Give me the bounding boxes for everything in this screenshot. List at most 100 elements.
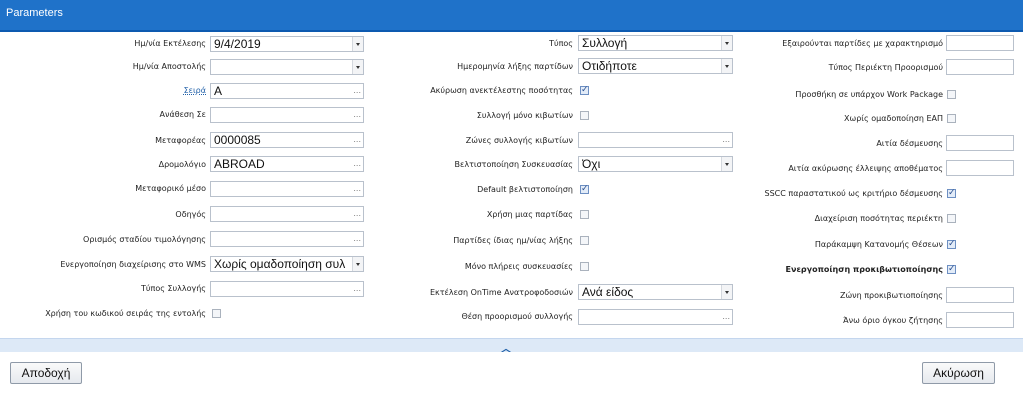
cancel-unexec-label: Ακύρωση ανεκτέλεστης ποσότητας bbox=[430, 86, 573, 95]
vehicle-field[interactable]: ... bbox=[210, 181, 364, 197]
dialog-footer: Αποδοχή Ακύρωση bbox=[0, 352, 1023, 402]
bind-reason-label: Αιτία δέσμευσης bbox=[876, 139, 943, 148]
wms-value: Χωρίς ομαδοποίηση συλ bbox=[214, 257, 346, 271]
chevron-down-icon[interactable] bbox=[721, 59, 732, 73]
pack-opt-value: Όχι bbox=[582, 157, 601, 171]
batch-expiry-select[interactable]: Οτιδήποτε bbox=[578, 58, 733, 74]
dest-pos-field[interactable]: ... bbox=[578, 309, 733, 325]
upper-volume-field[interactable] bbox=[946, 312, 1014, 328]
cancel-button[interactable]: Ακύρωση bbox=[922, 362, 995, 384]
wms-select[interactable]: Χωρίς ομαδοποίηση συλ bbox=[210, 256, 364, 272]
use-series-code-label: Χρήση του κωδικού σειράς της εντολής bbox=[45, 309, 206, 318]
route-value: ABROAD bbox=[214, 157, 265, 171]
pre-boxing-label: Ενεργοποίηση προκιβωτιοποίησης bbox=[785, 265, 943, 274]
ellipsis-icon[interactable]: ... bbox=[353, 111, 361, 119]
carriers-value: 0000085 bbox=[214, 133, 261, 147]
route-field[interactable]: ABROAD ... bbox=[210, 156, 364, 172]
ontime-label: Εκτέλεση OnTime Ανατροφοδοσιών bbox=[429, 288, 573, 297]
ellipsis-icon[interactable]: ... bbox=[353, 235, 361, 243]
exec-date-field[interactable]: 9/4/2019 bbox=[210, 36, 364, 52]
bind-reason-field[interactable] bbox=[946, 135, 1014, 151]
container-type-field[interactable] bbox=[946, 59, 1014, 75]
ellipsis-icon[interactable]: ... bbox=[722, 313, 730, 321]
container-qty-checkbox[interactable] bbox=[947, 214, 956, 223]
container-type-label: Τύπος Περιέκτη Προορισμού bbox=[828, 63, 943, 72]
chevron-down-icon[interactable] bbox=[352, 37, 363, 51]
add-wp-checkbox[interactable] bbox=[947, 90, 956, 99]
use-series-code-checkbox[interactable] bbox=[212, 309, 221, 318]
exec-date-label: Ημ/νία Εκτέλεσης bbox=[134, 39, 206, 48]
override-alloc-label: Παράκαμψη Κατανομής Θέσεων bbox=[814, 240, 943, 249]
accept-button[interactable]: Αποδοχή bbox=[10, 362, 82, 384]
batch-expiry-label: Ημερομηνία λήξης παρτίδων bbox=[457, 62, 573, 71]
single-batch-checkbox[interactable] bbox=[580, 210, 589, 219]
ellipsis-icon[interactable]: ... bbox=[353, 136, 361, 144]
pick-type-label: Τύπος Συλλογής bbox=[140, 284, 206, 293]
assign-label: Ανάθεση Σε bbox=[159, 110, 207, 119]
override-alloc-checkbox[interactable] bbox=[947, 238, 956, 250]
collapse-splitter[interactable]: ︿ bbox=[0, 338, 1023, 355]
sscc-label: SSCC παραστατικού ως κριτήριο δέσμευσης bbox=[764, 189, 944, 198]
carriers-label: Μεταφορέας bbox=[155, 136, 206, 145]
boxes-only-checkbox[interactable] bbox=[580, 111, 589, 120]
pack-opt-select[interactable]: Όχι bbox=[578, 156, 733, 172]
series-field[interactable]: A ... bbox=[210, 83, 364, 99]
ontime-value: Ανά είδος bbox=[582, 285, 634, 299]
boxes-only-label: Συλλογή μόνο κιβωτίων bbox=[476, 111, 573, 120]
type-label: Τύπος bbox=[549, 39, 573, 48]
chevron-down-icon[interactable] bbox=[352, 257, 363, 271]
cancel-reason-field[interactable] bbox=[946, 160, 1014, 176]
invoice-stage-field[interactable]: ... bbox=[210, 231, 364, 247]
type-select[interactable]: Συλλογή bbox=[578, 35, 733, 51]
window-title-bar: Parameters bbox=[0, 0, 1023, 32]
sscc-checkbox[interactable] bbox=[947, 187, 956, 199]
pre-zone-label: Ζώνη προκιβωτιοποίησης bbox=[839, 291, 943, 300]
single-batch-label: Χρήση μιας παρτίδας bbox=[486, 210, 573, 219]
carriers-field[interactable]: 0000085 ... bbox=[210, 132, 364, 148]
chevron-down-icon[interactable] bbox=[352, 60, 363, 74]
container-qty-label: Διαχείριση ποσότητας περιέκτη bbox=[814, 214, 943, 223]
window-title: Parameters bbox=[6, 7, 63, 19]
driver-label: Οδηγός bbox=[175, 210, 206, 219]
ellipsis-icon[interactable]: ... bbox=[353, 160, 361, 168]
series-value: A bbox=[214, 84, 223, 98]
same-expiry-checkbox[interactable] bbox=[580, 236, 589, 245]
no-group-checkbox[interactable] bbox=[947, 114, 956, 123]
chevron-down-icon[interactable] bbox=[721, 157, 732, 171]
batch-expiry-value: Οτιδήποτε bbox=[582, 59, 637, 73]
cancel-reason-label: Αιτία ακύρωσης έλλειψης αποθέματος bbox=[788, 164, 943, 173]
upper-volume-label: Άνω όριο όγκου ζήτησης bbox=[843, 316, 943, 325]
series-label[interactable]: Σειρά bbox=[184, 86, 206, 96]
route-label: Δρομολόγιο bbox=[158, 160, 206, 169]
driver-field[interactable]: ... bbox=[210, 206, 364, 222]
panel-right-edge bbox=[1014, 64, 1023, 370]
default-opt-checkbox[interactable] bbox=[580, 183, 589, 195]
type-value: Συλλογή bbox=[582, 36, 628, 50]
parameters-panel: Ημ/νία Εκτέλεσης 9/4/2019 Ημ/νία Αποστολ… bbox=[0, 32, 1023, 370]
full-packs-label: Μόνο πλήρεις συσκευασίες bbox=[464, 262, 573, 271]
box-zones-field[interactable]: ... bbox=[578, 132, 733, 148]
assign-field[interactable]: ... bbox=[210, 107, 364, 123]
ellipsis-icon[interactable]: ... bbox=[353, 87, 361, 95]
ship-date-field[interactable] bbox=[210, 59, 364, 75]
invoice-stage-label: Ορισμός σταδίου τιμολόγησης bbox=[83, 235, 206, 244]
ellipsis-icon[interactable]: ... bbox=[353, 210, 361, 218]
excluded-field[interactable] bbox=[946, 35, 1014, 51]
default-opt-label: Default βελτιστοποίηση bbox=[477, 185, 573, 194]
ellipsis-icon[interactable]: ... bbox=[353, 185, 361, 193]
ellipsis-icon[interactable]: ... bbox=[722, 136, 730, 144]
chevron-down-icon[interactable] bbox=[721, 36, 732, 50]
add-wp-label: Προσθήκη σε υπάρχον Work Package bbox=[795, 90, 943, 99]
pre-zone-field[interactable] bbox=[946, 287, 1014, 303]
pre-boxing-checkbox[interactable] bbox=[947, 263, 956, 275]
exec-date-value: 9/4/2019 bbox=[214, 37, 261, 51]
ellipsis-icon[interactable]: ... bbox=[353, 285, 361, 293]
same-expiry-label: Παρτίδες ίδιας ημ/νίας λήξης bbox=[453, 236, 573, 245]
pick-type-field[interactable]: ... bbox=[210, 281, 364, 297]
full-packs-checkbox[interactable] bbox=[580, 262, 589, 271]
dest-pos-label: Θέση προορισμού συλλογής bbox=[461, 312, 573, 321]
cancel-unexec-checkbox[interactable] bbox=[580, 84, 589, 96]
ontime-select[interactable]: Ανά είδος bbox=[578, 284, 733, 300]
chevron-down-icon[interactable] bbox=[721, 285, 732, 299]
box-zones-label: Ζώνες συλλογής κιβωτίων bbox=[465, 136, 573, 145]
